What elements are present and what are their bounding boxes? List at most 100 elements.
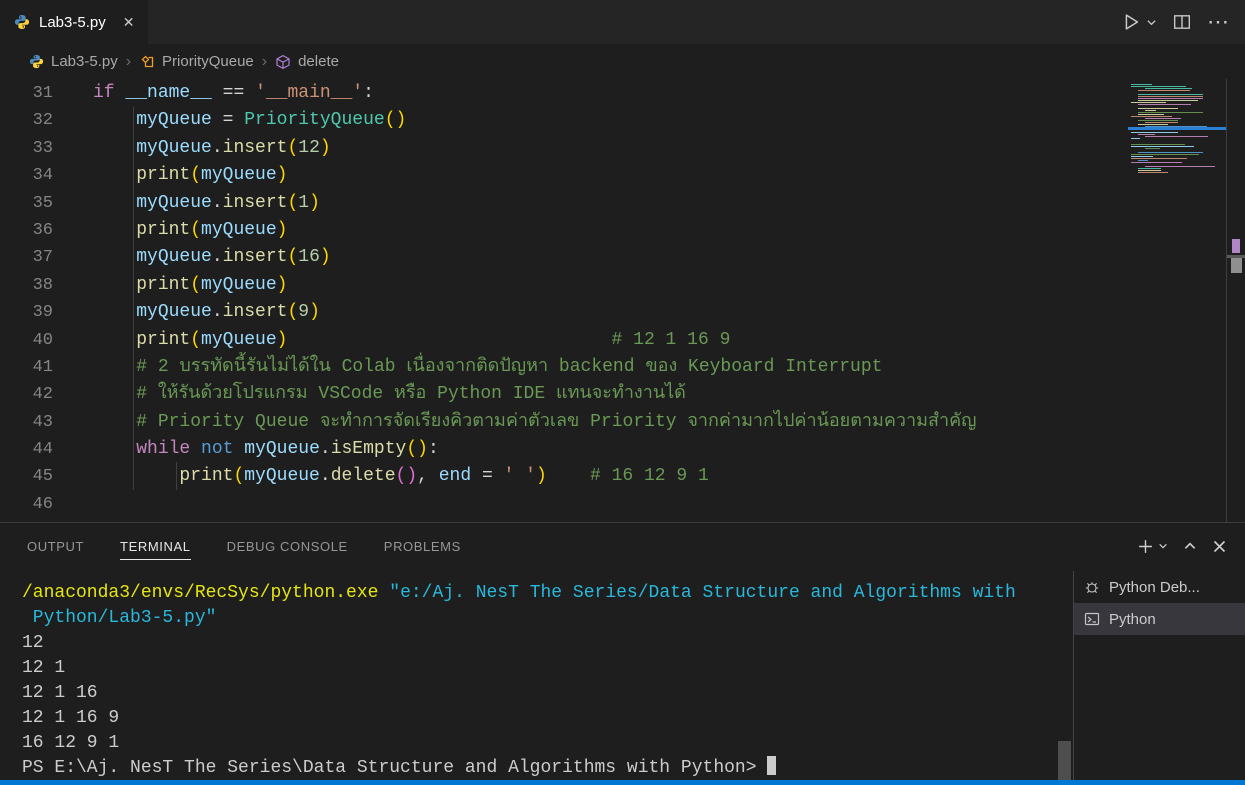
run-button[interactable]	[1120, 11, 1157, 33]
line-number[interactable]: 37	[0, 244, 53, 271]
panel-tab-terminal[interactable]: TERMINAL	[120, 523, 191, 569]
terminal-line: 12 1 16 9	[22, 706, 1052, 731]
code-line-text: myQueue.insert(12)	[93, 135, 331, 162]
code-line-text: myQueue.insert(9)	[93, 299, 320, 326]
python-file-icon	[14, 14, 30, 30]
editor-scrollbar[interactable]	[1226, 79, 1245, 522]
code-line-text: print(myQueue)	[93, 272, 287, 299]
terminal-icon	[1084, 611, 1100, 627]
breadcrumb: Lab3-5.py › PriorityQueue › delete	[0, 44, 1245, 79]
terminal-line: 12	[22, 631, 1052, 656]
code-line[interactable]: 46	[0, 491, 976, 518]
line-number[interactable]: 34	[0, 162, 53, 189]
bottom-panel: OUTPUT TERMINAL DEBUG CONSOLE PROBLEMS /…	[0, 522, 1245, 780]
overview-ruler-cursor-marker	[1232, 239, 1240, 253]
code-line[interactable]: 33 myQueue.insert(12)	[0, 135, 976, 162]
line-number[interactable]: 35	[0, 190, 53, 217]
code-line[interactable]: 34 print(myQueue)	[0, 162, 976, 189]
code-line[interactable]: 38 print(myQueue)	[0, 272, 976, 299]
minimap[interactable]	[1128, 79, 1226, 522]
code-editor[interactable]: 31if __name__ == '__main__':32 myQueue =…	[0, 79, 1245, 522]
code-line-text: print(myQueue) # 12 1 16 9	[93, 327, 730, 354]
code-line-text: myQueue.insert(16)	[93, 244, 331, 271]
editor-tab-bar: Lab3-5.py ✕ ⋯	[0, 0, 1245, 44]
code-line[interactable]: 45 print(myQueue.delete(), end = ' ') # …	[0, 463, 976, 490]
play-icon	[1120, 11, 1142, 33]
code-line-text: print(myQueue)	[93, 217, 287, 244]
indent-guide	[133, 107, 134, 490]
panel-focus-border	[0, 780, 1245, 785]
code-line-text: myQueue.insert(1)	[93, 190, 320, 217]
code-line[interactable]: 37 myQueue.insert(16)	[0, 244, 976, 271]
terminal-list-label: Python	[1109, 611, 1156, 628]
python-file-icon	[29, 54, 44, 69]
code-line[interactable]: 42 # ให้รันด้วยโปรแกรม VSCode หรือ Pytho…	[0, 381, 976, 408]
code-line[interactable]: 36 print(myQueue)	[0, 217, 976, 244]
line-number[interactable]: 41	[0, 354, 53, 381]
line-number[interactable]: 40	[0, 327, 53, 354]
breadcrumb-class[interactable]: PriorityQueue	[162, 53, 254, 70]
line-number[interactable]: 43	[0, 409, 53, 436]
more-actions-button[interactable]: ⋯	[1207, 11, 1231, 33]
debug-icon	[1084, 579, 1100, 595]
code-lines: 31if __name__ == '__main__':32 myQueue =…	[0, 80, 976, 518]
line-number[interactable]: 44	[0, 436, 53, 463]
code-line[interactable]: 44 while not myQueue.isEmpty():	[0, 436, 976, 463]
terminal-list-item-python[interactable]: Python	[1074, 603, 1245, 635]
code-line[interactable]: 39 myQueue.insert(9)	[0, 299, 976, 326]
code-line[interactable]: 31 if __name__ == '__main__':	[0, 80, 976, 107]
code-line-text: if __name__ == '__main__':	[93, 80, 374, 107]
terminal-line: 12 1	[22, 656, 1052, 681]
breadcrumb-separator-icon: ›	[126, 53, 131, 71]
maximize-panel-button[interactable]	[1183, 539, 1197, 553]
terminal-output[interactable]: /anaconda3/envs/RecSys/python.exe "e:/Aj…	[22, 581, 1052, 781]
tab-label: Lab3-5.py	[39, 14, 106, 31]
new-terminal-button[interactable]	[1137, 538, 1168, 555]
terminal-list: Python Deb... Python	[1073, 571, 1245, 780]
code-line-text: while not myQueue.isEmpty():	[93, 436, 439, 463]
tab-close-icon[interactable]: ✕	[123, 14, 135, 31]
breadcrumb-file[interactable]: Lab3-5.py	[51, 53, 118, 70]
editor-actions: ⋯	[1120, 0, 1231, 44]
line-number[interactable]: 45	[0, 463, 53, 490]
indent-guide	[176, 462, 177, 490]
terminal-line: 16 12 9 1	[22, 731, 1052, 756]
code-line-text: print(myQueue)	[93, 162, 287, 189]
breadcrumb-method[interactable]: delete	[298, 53, 339, 70]
method-symbol-icon	[275, 54, 291, 70]
minimap-code	[1128, 79, 1226, 173]
split-editor-button[interactable]	[1173, 13, 1191, 31]
panel-tab-problems[interactable]: PROBLEMS	[384, 523, 461, 569]
run-dropdown-chevron-icon[interactable]	[1146, 17, 1157, 28]
line-number[interactable]: 46	[0, 491, 53, 518]
code-line-text: myQueue = PriorityQueue()	[93, 107, 406, 134]
line-number[interactable]: 32	[0, 107, 53, 134]
close-panel-button[interactable]	[1212, 539, 1227, 554]
code-line[interactable]: 40 print(myQueue) # 12 1 16 9	[0, 327, 976, 354]
terminal-list-item-python-debug[interactable]: Python Deb...	[1074, 571, 1245, 603]
terminal-scrollbar-thumb[interactable]	[1058, 741, 1071, 781]
line-number[interactable]: 42	[0, 381, 53, 408]
terminal-line: 12 1 16	[22, 681, 1052, 706]
panel-tab-debug-console[interactable]: DEBUG CONSOLE	[227, 523, 348, 569]
terminal-line: Python/Lab3-5.py"	[22, 606, 1052, 631]
code-line-text: # 2 บรรทัดนี้รันไม่ได้ใน Colab เนื่องจาก…	[93, 354, 882, 381]
minimap-current-line-highlight	[1128, 127, 1226, 130]
editor-scrollbar-thumb[interactable]	[1231, 258, 1242, 273]
code-line-text: # Priority Queue จะทำการจัดเรียงคิวตามค่…	[93, 409, 976, 436]
line-number[interactable]: 33	[0, 135, 53, 162]
line-number[interactable]: 39	[0, 299, 53, 326]
tab-lab3-5[interactable]: Lab3-5.py ✕	[0, 0, 148, 44]
terminal-profile-chevron-icon	[1158, 541, 1168, 551]
line-number[interactable]: 38	[0, 272, 53, 299]
terminal-list-label: Python Deb...	[1109, 579, 1200, 596]
line-number[interactable]: 31	[0, 80, 53, 107]
terminal-line: /anaconda3/envs/RecSys/python.exe "e:/Aj…	[22, 581, 1052, 606]
code-line[interactable]: 32 myQueue = PriorityQueue()	[0, 107, 976, 134]
line-number[interactable]: 36	[0, 217, 53, 244]
code-line[interactable]: 35 myQueue.insert(1)	[0, 190, 976, 217]
code-line[interactable]: 41 # 2 บรรทัดนี้รันไม่ได้ใน Colab เนื่อง…	[0, 354, 976, 381]
vscode-window: Lab3-5.py ✕ ⋯ Lab3-5.py › PriorityQueue …	[0, 0, 1245, 785]
panel-tab-output[interactable]: OUTPUT	[27, 523, 84, 569]
code-line[interactable]: 43 # Priority Queue จะทำการจัดเรียงคิวตา…	[0, 409, 976, 436]
